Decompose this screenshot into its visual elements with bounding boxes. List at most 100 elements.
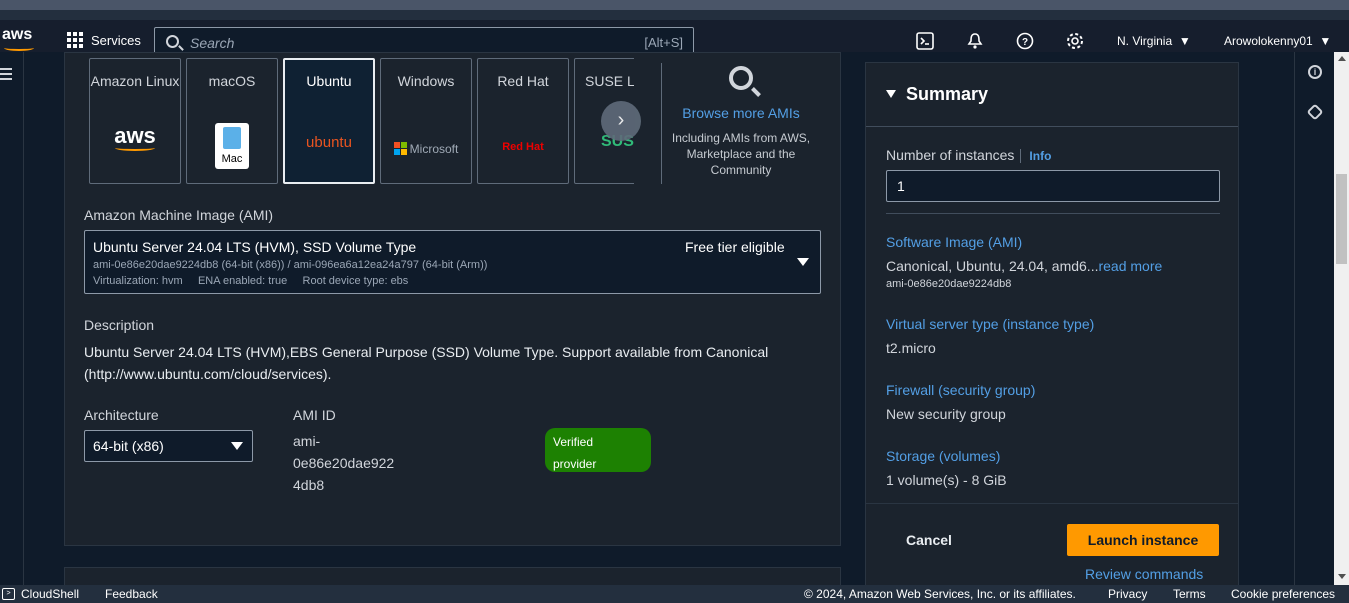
cloudshell-icon[interactable]: > — [2, 588, 15, 600]
microsoft-logo-icon: Microsoft — [381, 137, 471, 156]
caret-down-icon — [797, 258, 809, 266]
cloudshell-icon[interactable] — [916, 32, 934, 50]
summary-title: Summary — [906, 84, 989, 104]
free-tier-label: Free tier eligible — [685, 239, 785, 255]
aws-logo-icon: aws — [90, 123, 180, 151]
cancel-button[interactable]: Cancel — [906, 532, 952, 548]
browse-more-amis: Browse more AMIs Including AMIs from AWS… — [670, 62, 812, 178]
ami-label: Amazon Machine Image (AMI) — [84, 207, 274, 223]
feedback-link[interactable]: Feedback — [105, 587, 158, 601]
ami-id-value: ami- 0e86e20dae922 4db8 — [293, 430, 413, 496]
instances-input[interactable]: 1 — [886, 170, 1220, 202]
architecture-select[interactable]: 64-bit (x86) — [84, 430, 253, 462]
tile-label: Windows — [397, 73, 455, 89]
chevron-down-icon: ▼ — [1175, 34, 1191, 48]
cookie-preferences-link[interactable]: Cookie preferences — [1231, 587, 1335, 601]
verified-provider-badge: Verified provider — [545, 428, 651, 472]
architecture-label: Architecture — [84, 407, 159, 423]
chevron-down-icon: ▼ — [1316, 34, 1332, 48]
review-commands-link[interactable]: Review commands — [1085, 566, 1203, 582]
instances-value: 1 — [897, 178, 905, 194]
search-icon — [166, 35, 179, 48]
services-menu-button[interactable]: Services — [67, 32, 141, 48]
firewall-value: New security group — [886, 406, 1006, 422]
copyright-text: © 2024, Amazon Web Services, Inc. or its… — [804, 587, 1076, 601]
storage-value: 1 volume(s) - 8 GiB — [886, 472, 1007, 488]
menu-hamburger-icon[interactable] — [0, 68, 12, 83]
software-image-id: ami-0e86e20dae9224db8 — [886, 278, 1012, 290]
scroll-thumb[interactable] — [1336, 174, 1347, 264]
ami-id-label: AMI ID — [293, 407, 336, 423]
tile-label: macOS — [208, 73, 256, 89]
account-menu[interactable]: Arowolokenny01 ▼ — [1224, 34, 1331, 48]
storage-link[interactable]: Storage (volumes) — [886, 448, 1000, 464]
aws-logo-text: aws — [2, 26, 33, 43]
info-link[interactable]: Info — [1020, 149, 1052, 163]
top-bar: aws Services Search [Alt+S] ? N. Virgini… — [0, 0, 1349, 62]
account-name: Arowolokenny01 — [1224, 34, 1313, 48]
region-label: N. Virginia — [1117, 34, 1173, 48]
red-hat-logo-icon: Red Hat — [502, 141, 544, 153]
tile-ubuntu[interactable]: Ubuntu ubuntu — [283, 58, 375, 184]
read-more-link[interactable]: read more — [1098, 258, 1162, 274]
tiles-divider — [661, 63, 662, 184]
instances-label: Number of instances Info — [886, 147, 1052, 163]
terms-link[interactable]: Terms — [1173, 587, 1206, 601]
next-panel — [64, 567, 841, 587]
page-scrollbar[interactable] — [1334, 52, 1349, 585]
firewall-link[interactable]: Firewall (security group) — [886, 382, 1035, 398]
badge-line: provider — [553, 457, 597, 471]
description-label: Description — [84, 317, 155, 333]
tile-amazon-linux[interactable]: Amazon Linux aws — [89, 58, 181, 184]
ami-id-line: ami- — [293, 433, 321, 449]
summary-panel: Summary Number of instances Info 1 Softwa… — [865, 62, 1239, 586]
mac-finder-icon: Mac — [187, 123, 277, 169]
notifications-bell-icon[interactable] — [966, 32, 984, 50]
search-placeholder: Search — [190, 35, 235, 51]
scroll-up-arrow-icon[interactable] — [1338, 56, 1346, 61]
architecture-value: 64-bit (x86) — [93, 438, 164, 454]
summary-footer: Cancel Launch instance Review commands — [866, 503, 1238, 586]
tile-macos[interactable]: macOS Mac — [186, 58, 278, 184]
summary-divider — [886, 213, 1220, 214]
caret-down-icon — [886, 90, 896, 98]
instance-type-link[interactable]: Virtual server type (instance type) — [886, 316, 1094, 332]
info-icon[interactable]: i — [1308, 65, 1322, 79]
instance-type-value: t2.micro — [886, 340, 936, 356]
launch-instance-button[interactable]: Launch instance — [1067, 524, 1219, 556]
privacy-link[interactable]: Privacy — [1108, 587, 1147, 601]
browse-more-amis-link[interactable]: Browse more AMIs — [670, 105, 812, 121]
chevron-right-icon: › — [617, 109, 625, 131]
svg-text:?: ? — [1022, 37, 1028, 48]
tile-label: SUSE Li — [585, 73, 634, 89]
search-icon — [729, 66, 753, 90]
ami-id-line: 0e86e20dae922 — [293, 455, 395, 471]
ami-select[interactable]: Ubuntu Server 24.04 LTS (HVM), SSD Volum… — [84, 230, 821, 294]
services-label: Services — [91, 32, 141, 48]
region-selector[interactable]: N. Virginia ▼ — [1117, 34, 1191, 48]
ami-meta: Virtualization: hvm ENA enabled: true Ro… — [93, 275, 409, 287]
badge-line: Verified — [553, 435, 594, 449]
ubuntu-logo-icon: ubuntu — [306, 134, 352, 151]
aws-smile-icon — [4, 45, 34, 51]
settings-gear-icon[interactable] — [1066, 32, 1084, 50]
tile-label: Red Hat — [497, 73, 549, 89]
aws-logo[interactable]: aws — [2, 26, 34, 51]
summary-header[interactable]: Summary — [866, 63, 1238, 127]
right-rail: i — [1294, 52, 1334, 585]
scroll-down-arrow-icon[interactable] — [1338, 574, 1346, 579]
tile-windows[interactable]: Windows Microsoft — [380, 58, 472, 184]
help-icon[interactable]: ? — [1016, 32, 1034, 50]
software-image-value: Canonical, Ubuntu, 24.04, amd6...read mo… — [886, 258, 1163, 274]
description-text: Ubuntu Server 24.04 LTS (HVM),EBS Genera… — [84, 344, 769, 382]
search-shortcut: [Alt+S] — [644, 35, 683, 50]
footer-bar: > CloudShell Feedback © 2024, Amazon Web… — [0, 585, 1349, 603]
carousel-next-button[interactable]: › — [601, 101, 641, 141]
tile-red-hat[interactable]: Red Hat Red Hat — [477, 58, 569, 184]
ami-ids: ami-0e86e20dae9224db8 (64-bit (x86)) / a… — [93, 259, 488, 271]
ami-title: Ubuntu Server 24.04 LTS (HVM), SSD Volum… — [93, 239, 417, 255]
software-image-link[interactable]: Software Image (AMI) — [886, 234, 1022, 250]
hexagon-icon[interactable] — [1306, 103, 1324, 121]
browse-more-amis-subtext: Including AMIs from AWS, Marketplace and… — [671, 131, 811, 177]
cloudshell-link[interactable]: CloudShell — [21, 587, 79, 601]
